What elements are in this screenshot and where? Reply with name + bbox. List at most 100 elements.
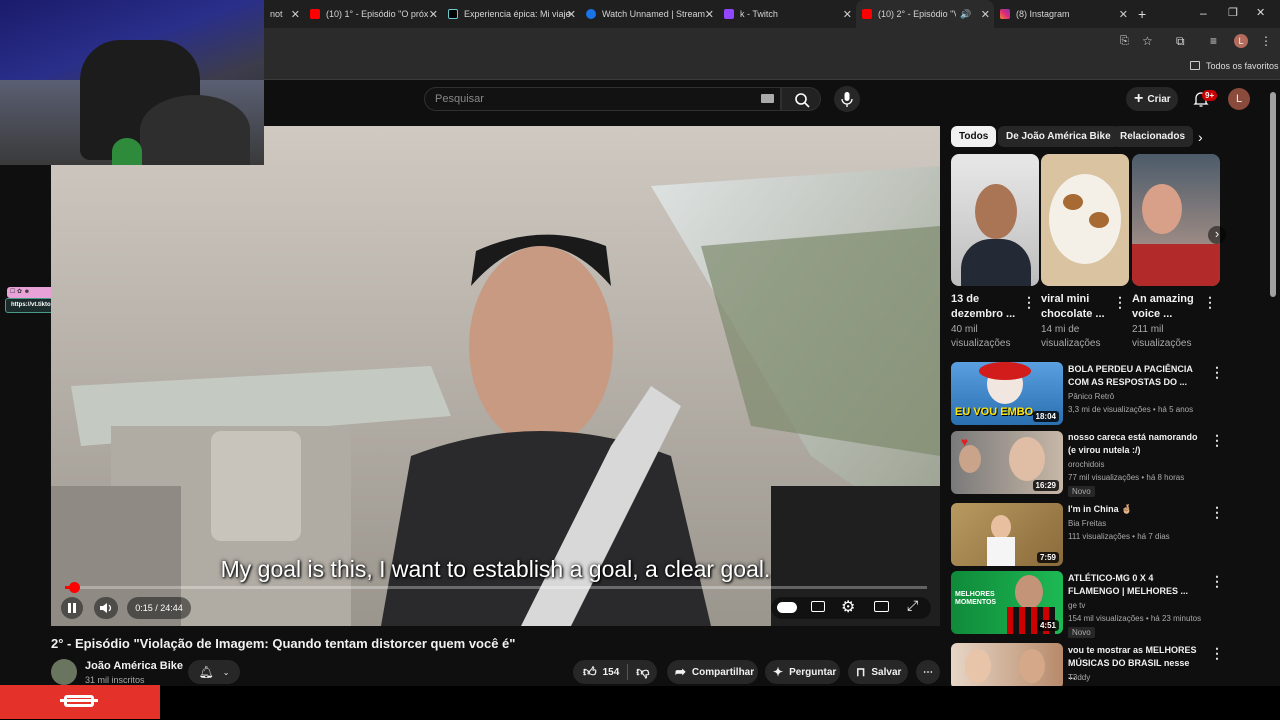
video-item-channel[interactable]: T3ddy: [1068, 672, 1208, 684]
all-bookmarks-label[interactable]: Todos os favoritos: [1206, 61, 1279, 71]
youtube-favicon-icon: [310, 9, 320, 19]
shorts-next-icon[interactable]: ›: [1208, 226, 1226, 244]
more-vertical-icon[interactable]: ⋮: [1022, 294, 1036, 311]
browser-tab[interactable]: (8) Instagram ✕: [994, 0, 1132, 28]
thumbnail-text: EU VOU EMBO: [955, 406, 1034, 418]
short-views: 14 mi de visualizações: [1041, 324, 1101, 349]
progress-scrubber[interactable]: [68, 582, 80, 593]
sparkle-icon: ✦: [773, 665, 784, 679]
miniplayer-icon[interactable]: [874, 601, 889, 612]
video-thumbnail[interactable]: EU VOU EMBO 18:04: [951, 362, 1063, 425]
subscription-bell-button[interactable]: 🔔︎ ⌄: [188, 660, 240, 684]
video-player[interactable]: My goal is this, I want to establish a g…: [51, 126, 940, 626]
new-tab-icon[interactable]: +: [1138, 6, 1146, 22]
subtitles-icon[interactable]: [811, 601, 825, 612]
close-tab-icon[interactable]: ✕: [429, 8, 438, 21]
video-item-title[interactable]: ATLÉTICO-MG 0 X 4 FLAMENGO | MELHORES ..…: [1068, 572, 1198, 598]
autoplay-toggle[interactable]: [777, 602, 797, 613]
browser-tab[interactable]: Watch Unnamed | Stream ✕: [580, 0, 718, 28]
close-tab-icon[interactable]: ✕: [843, 8, 852, 21]
more-actions-button[interactable]: ⋯: [916, 660, 940, 684]
more-vertical-icon[interactable]: ⋮: [1210, 504, 1224, 521]
profile-avatar[interactable]: L: [1234, 34, 1248, 48]
page-scrollbar-thumb[interactable]: [1270, 92, 1276, 297]
short-thumbnail[interactable]: [1132, 154, 1220, 286]
ask-label: Perguntar: [789, 666, 837, 678]
short-thumbnail[interactable]: [951, 154, 1039, 286]
video-thumbnail[interactable]: ♥ 16:29: [951, 431, 1063, 494]
video-thumbnail[interactable]: 7:59: [951, 503, 1063, 566]
microphone-icon: [841, 92, 853, 107]
share-button[interactable]: ➦ Compartilhar: [667, 660, 758, 684]
heart-icon: ♥: [961, 435, 969, 449]
install-app-icon[interactable]: ⎘: [1120, 35, 1129, 48]
browser-menu-icon[interactable]: ⋮: [1260, 34, 1272, 48]
browser-tab[interactable]: not ✕: [264, 0, 304, 28]
more-vertical-icon[interactable]: ⋮: [1210, 364, 1224, 381]
settings-gear-icon[interactable]: ⚙: [841, 597, 855, 617]
video-item-channel[interactable]: Bia Freitas: [1068, 518, 1208, 530]
thumb-clown-hair: [979, 362, 1031, 380]
ask-button[interactable]: ✦ Perguntar: [765, 660, 840, 684]
more-vertical-icon[interactable]: ⋮: [1203, 294, 1217, 311]
channel-avatar[interactable]: [51, 659, 77, 685]
chip-todos[interactable]: Todos: [951, 126, 997, 147]
close-tab-icon[interactable]: ✕: [291, 8, 300, 21]
account-avatar[interactable]: L: [1228, 88, 1250, 110]
video-item-channel[interactable]: ge tv: [1068, 600, 1208, 612]
short-shirt: [1132, 244, 1220, 286]
close-tab-icon[interactable]: ✕: [1119, 8, 1128, 21]
restore-icon[interactable]: ❐: [1228, 6, 1238, 19]
video-item-title[interactable]: I'm in China 🤞🏼: [1068, 503, 1198, 516]
video-thumbnail[interactable]: [951, 643, 1063, 689]
search-button[interactable]: [781, 87, 821, 111]
more-vertical-icon[interactable]: ⋮: [1113, 294, 1127, 311]
search-input[interactable]: Pesquisar: [424, 87, 781, 111]
video-item-channel[interactable]: orochidois: [1068, 459, 1208, 471]
video-item-title[interactable]: BOLA PERDEU A PACIÊNCIA COM AS RESPOSTAS…: [1068, 363, 1198, 389]
fullscreen-icon[interactable]: ⤢: [907, 597, 918, 614]
short-face: [975, 184, 1017, 239]
chevron-right-icon[interactable]: ›: [1198, 129, 1203, 145]
short-cookie: [1089, 212, 1109, 228]
browser-tab-active[interactable]: (10) 2° - Episódio "Vi 🔊 ✕: [856, 0, 994, 28]
close-window-icon[interactable]: ✕: [1256, 6, 1265, 19]
short-title[interactable]: viral mini chocolate ...: [1041, 292, 1111, 322]
short-title[interactable]: An amazing voice ...: [1132, 292, 1202, 322]
more-vertical-icon[interactable]: ⋮: [1210, 432, 1224, 449]
close-tab-icon[interactable]: ✕: [705, 8, 714, 21]
dislike-icon[interactable]: 👎︎: [636, 664, 649, 680]
video-item-title[interactable]: nosso careca está namorando (e virou nut…: [1068, 431, 1198, 457]
extensions-icon[interactable]: ⧉: [1176, 34, 1185, 49]
create-button[interactable]: + Criar: [1126, 87, 1178, 111]
stream-favicon-icon: [586, 9, 596, 19]
video-thumbnail[interactable]: MELHORES MOMENTOS 4:51: [951, 571, 1063, 634]
chip-related[interactable]: Relacionados: [1112, 126, 1194, 147]
more-vertical-icon[interactable]: ⋮: [1210, 573, 1224, 590]
channel-name[interactable]: João América Bike: [85, 660, 183, 672]
chip-channel[interactable]: De João América Bike: [998, 126, 1119, 147]
volume-button[interactable]: [94, 597, 118, 619]
voice-search-button[interactable]: [834, 86, 860, 112]
close-tab-icon[interactable]: ✕: [567, 8, 576, 21]
speaker-icon[interactable]: 🔊: [960, 9, 971, 20]
like-icon[interactable]: 👍︎: [583, 664, 597, 680]
bookmark-star-icon[interactable]: ☆: [1142, 34, 1153, 48]
video-caption: My goal is this, I want to establish a g…: [220, 556, 771, 582]
browser-tab[interactable]: (10) 1° - Episódio "O próx ✕: [304, 0, 442, 28]
save-button[interactable]: ⊓ Salvar: [848, 660, 908, 684]
browser-tab[interactable]: k - Twitch ✕: [718, 0, 856, 28]
progress-bar[interactable]: [65, 582, 927, 593]
minimize-icon[interactable]: –: [1200, 6, 1207, 20]
pause-button[interactable]: [61, 597, 83, 619]
more-vertical-icon[interactable]: ⋮: [1210, 645, 1224, 662]
thumb-face: [965, 649, 991, 683]
video-item-channel[interactable]: Pânico Retrô: [1068, 391, 1208, 403]
like-count[interactable]: 154: [603, 667, 620, 678]
close-tab-icon[interactable]: ✕: [981, 8, 990, 21]
keyboard-icon[interactable]: [761, 94, 774, 103]
media-control-icon[interactable]: ≡: [1210, 34, 1217, 48]
short-title[interactable]: 13 de dezembro ...: [951, 292, 1021, 322]
browser-tab[interactable]: Experiencia épica: Mi viaje ✕: [442, 0, 580, 28]
short-thumbnail[interactable]: [1041, 154, 1129, 286]
